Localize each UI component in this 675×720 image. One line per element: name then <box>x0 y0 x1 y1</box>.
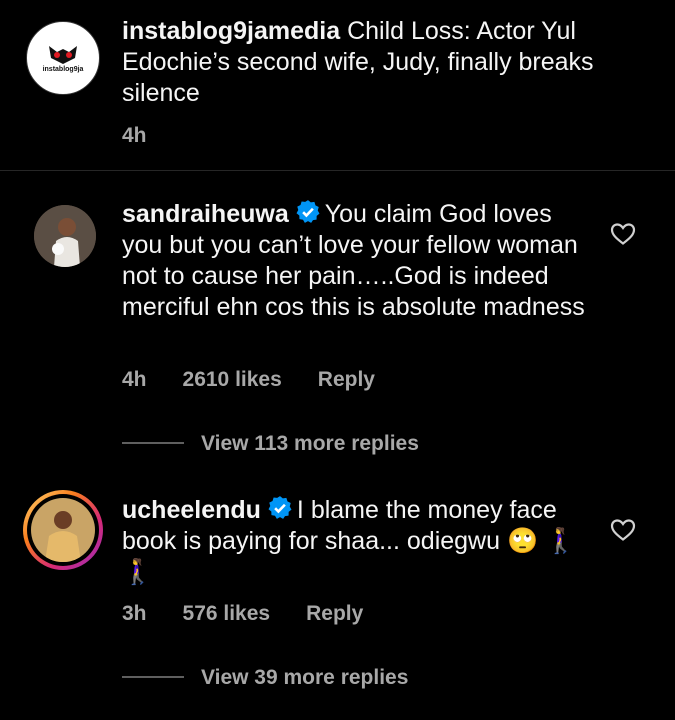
comment-username[interactable]: sandraiheuwa <box>122 200 289 228</box>
comment-time: 4h <box>122 368 147 391</box>
view-more-replies-button[interactable]: View 113 more replies <box>201 432 419 456</box>
post-avatar[interactable]: instablog9ja <box>26 21 100 95</box>
post-time: 4h <box>122 124 147 147</box>
verified-badge-icon <box>268 496 292 519</box>
comment-text: sandraiheuwa You claim God loves you but … <box>122 199 592 323</box>
profile-photo-icon <box>31 498 95 562</box>
comment-likes[interactable]: 2610 likes <box>183 368 282 391</box>
reply-button[interactable]: Reply <box>306 602 363 625</box>
post-caption: instablog9jamedia Child Loss: Actor Yul … <box>122 16 642 109</box>
logo-text: instablog9ja <box>42 66 84 73</box>
verified-badge-icon <box>296 200 320 223</box>
post-caption-row: instablog9ja instablog9jamedia Child Los… <box>0 0 675 170</box>
comment-likes[interactable]: 576 likes <box>183 602 271 625</box>
bride-photo-icon <box>34 205 96 267</box>
reply-button[interactable]: Reply <box>318 368 375 391</box>
comment-time: 3h <box>122 602 147 625</box>
comment-avatar-ucheelendu[interactable] <box>23 490 103 570</box>
comment-meta: 4h 2610 likes Reply <box>122 368 411 392</box>
instablog9ja-logo-icon <box>49 46 77 64</box>
heart-outline-icon[interactable] <box>610 222 636 246</box>
comment-avatar-sandraiheuwa[interactable] <box>34 205 96 267</box>
view-replies-line <box>122 676 184 678</box>
heart-outline-icon[interactable] <box>610 518 636 542</box>
comment-text: ucheelendu I blame the money face book is… <box>122 495 592 588</box>
comment-username[interactable]: ucheelendu <box>122 496 261 524</box>
view-replies-line <box>122 442 184 444</box>
view-more-replies-button[interactable]: View 39 more replies <box>201 666 408 690</box>
comment-meta: 3h 576 likes Reply <box>122 602 399 626</box>
post-username[interactable]: instablog9jamedia <box>122 17 340 45</box>
divider <box>0 170 675 171</box>
